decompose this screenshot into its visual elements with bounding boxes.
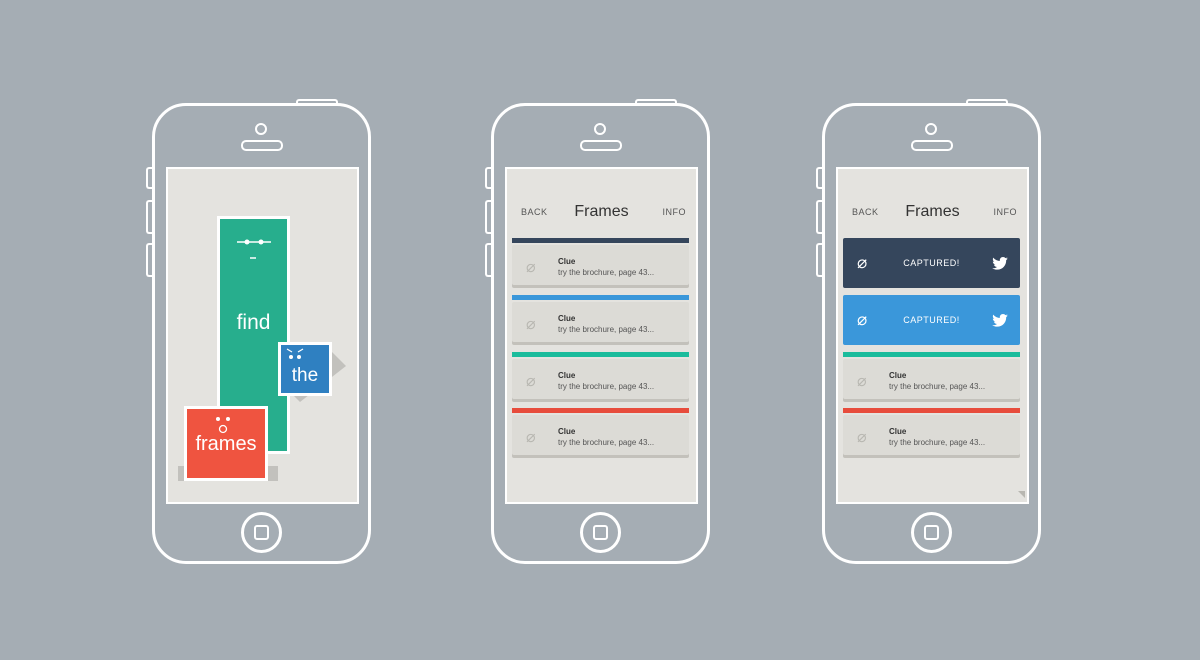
volume-button [146,200,153,234]
paperclip-icon: ⌀ [857,429,867,446]
home-button[interactable] [911,512,952,553]
clue-hint: try the brochure, page 43... [558,268,655,277]
paperclip-icon: ⌀ [526,373,536,390]
color-stripe [843,408,1020,413]
home-button[interactable] [580,512,621,553]
twitter-icon[interactable] [992,257,1008,270]
info-button[interactable]: INFO [994,207,1018,217]
list-item[interactable]: ⌀ Clue try the brochure, page 43... [512,352,689,403]
speaker-grille [580,140,622,151]
volume-button [485,243,492,277]
clue-title: Clue [558,257,576,266]
card-box: ⌀ Clue try the brochure, page 43... [843,359,1020,399]
clue-title: Clue [889,371,907,380]
face-icon [216,417,230,434]
clue-hint: try the brochure, page 43... [558,382,655,391]
paperclip-icon: ⌀ [526,429,536,446]
list-item[interactable]: ⌀ Clue try the brochure, page 43... [843,352,1020,403]
color-stripe [512,238,689,243]
power-button [635,99,677,106]
volume-button [816,167,823,189]
volume-button [485,167,492,189]
volume-button [816,200,823,234]
camera-icon [594,123,606,135]
face-icon [237,239,271,259]
camera-icon [255,123,267,135]
camera-icon [925,123,937,135]
card-box: ⌀ Clue try the brochure, page 43... [843,415,1020,455]
list-item[interactable]: ⌀ Clue try the brochure, page 43... [512,408,689,459]
splash-screen: find the frames [166,167,359,504]
the-block: the [278,342,332,396]
clue-hint: try the brochure, page 43... [889,438,986,447]
color-stripe [512,408,689,413]
paperclip-icon: ⌀ [526,259,536,276]
card-box: ⌀ Clue try the brochure, page 43... [512,245,689,285]
color-stripe [512,295,689,300]
volume-button [146,167,153,189]
paperclip-icon: ⌀ [857,373,867,390]
clue-title: Clue [558,427,576,436]
nav-bar: BACK Frames INFO [838,197,1027,227]
volume-button [146,243,153,277]
phone-captured: BACK Frames INFO ⌀ CAPTURED! ⌀ CAPTURED!… [816,99,1041,564]
twitter-icon[interactable] [992,314,1008,327]
list-item[interactable]: ⌀ Clue try the brochure, page 43... [512,238,689,289]
captured-item[interactable]: ⌀ CAPTURED! [843,238,1020,288]
page-fold-corner [1018,491,1025,498]
word-frames: frames [195,433,257,455]
power-button [966,99,1008,106]
color-stripe [512,352,689,357]
speaker-grille [911,140,953,151]
list-item[interactable]: ⌀ Clue try the brochure, page 43... [843,408,1020,459]
card-box: ⌀ Clue try the brochure, page 43... [512,302,689,342]
clue-hint: try the brochure, page 43... [558,325,655,334]
frames-captured-screen: BACK Frames INFO ⌀ CAPTURED! ⌀ CAPTURED!… [836,167,1029,504]
clue-title: Clue [889,427,907,436]
phone-list: BACK Frames INFO ⌀ Clue try the brochure… [485,99,710,564]
nav-bar: BACK Frames INFO [507,197,696,227]
info-button[interactable]: INFO [663,207,687,217]
paperclip-icon: ⌀ [526,316,536,333]
home-button[interactable] [241,512,282,553]
power-button [296,99,338,106]
volume-button [816,243,823,277]
list-item[interactable]: ⌀ Clue try the brochure, page 43... [512,295,689,346]
speaker-grille [241,140,283,151]
word-the: the [291,365,319,386]
face-icon [286,348,304,359]
color-stripe [843,352,1020,357]
frames-list-screen: BACK Frames INFO ⌀ Clue try the brochure… [505,167,698,504]
frames-block: frames [184,406,268,481]
word-find: find [236,311,271,334]
clue-hint: try the brochure, page 43... [889,382,986,391]
volume-button [485,200,492,234]
clue-title: Clue [558,314,576,323]
captured-item[interactable]: ⌀ CAPTURED! [843,295,1020,345]
card-box: ⌀ Clue try the brochure, page 43... [512,415,689,455]
clue-hint: try the brochure, page 43... [558,438,655,447]
card-box: ⌀ Clue try the brochure, page 43... [512,359,689,399]
phone-splash: find the frames [146,99,371,564]
clue-title: Clue [558,371,576,380]
